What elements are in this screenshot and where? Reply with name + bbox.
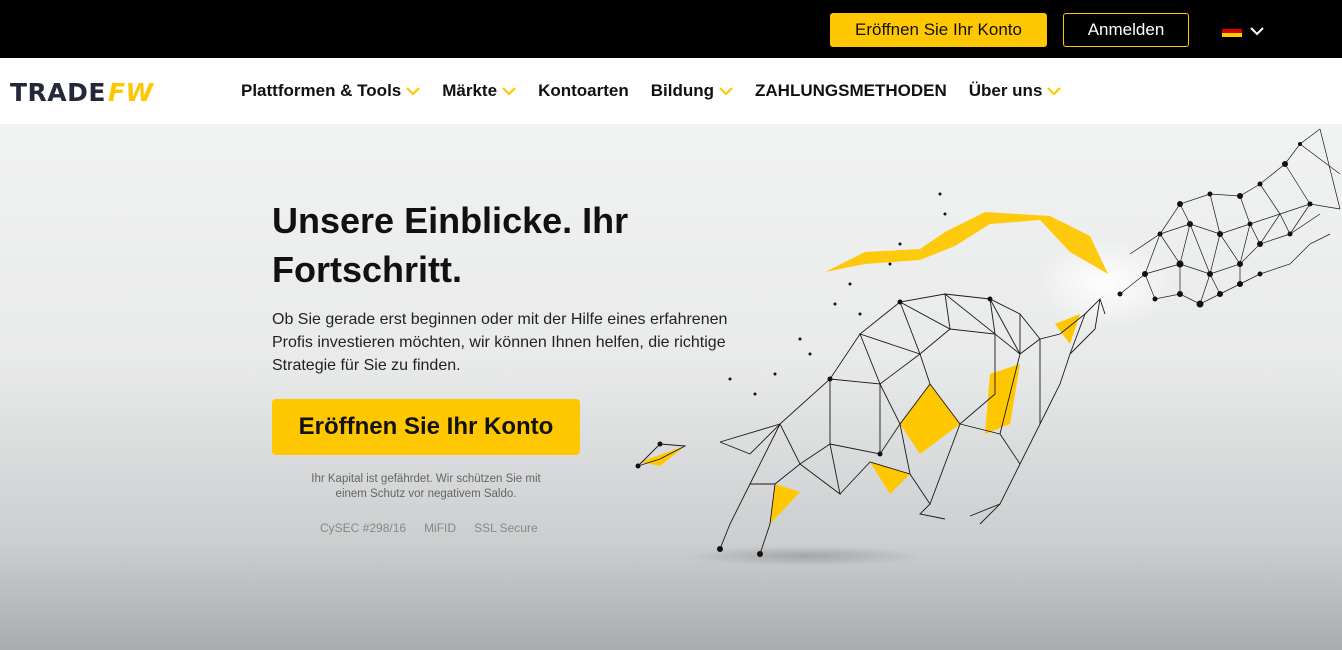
- chevron-down-icon: [1250, 26, 1264, 35]
- hero-open-account-button[interactable]: Eröffnen Sie Ihr Konto: [272, 399, 580, 455]
- nav-item-label: Plattformen & Tools: [241, 81, 402, 100]
- tradefw-logo[interactable]: TRADE FW: [10, 77, 154, 107]
- nav-item-label: Märkte: [442, 81, 498, 100]
- badge-ssl: SSL Secure: [474, 521, 538, 535]
- chevron-down-icon: [502, 86, 516, 96]
- chevron-down-icon: [1047, 86, 1062, 96]
- bull-illustration: [635, 128, 1341, 566]
- nav-item-maerkte[interactable]: Märkte: [442, 81, 516, 101]
- top-bar: Eröffnen Sie Ihr Konto Anmelden: [0, 0, 1342, 58]
- logo-text-fw: FW: [107, 77, 154, 107]
- germany-flag-icon: [1222, 24, 1242, 38]
- nav-item-label: Bildung: [650, 81, 714, 100]
- main-navbar: TRADE FW Plattformen & Tools Märkte Konto…: [0, 58, 1342, 124]
- nav-item-label: Über uns: [968, 81, 1043, 100]
- nav-item-bildung[interactable]: Bildung: [651, 81, 733, 101]
- logo-text-trade: TRADE: [10, 77, 106, 107]
- chevron-down-icon: [406, 86, 421, 96]
- trust-badges: CySEC #298/16 MiFID SSL Secure: [320, 521, 538, 535]
- chevron-down-icon: [719, 86, 733, 96]
- login-button[interactable]: Anmelden: [1063, 13, 1189, 47]
- nav-item-zahlungsmethoden[interactable]: ZAHLUNGSMETHODEN: [755, 81, 947, 101]
- nav-item-label: Kontoarten: [538, 81, 629, 100]
- nav-item-kontoarten[interactable]: Kontoarten: [538, 81, 629, 101]
- hero-section: Unsere Einblicke. Ihr Fortschritt. Ob Si…: [0, 124, 1342, 650]
- nav-item-ueber-uns[interactable]: Über uns: [969, 81, 1062, 101]
- nav-item-label: ZAHLUNGSMETHODEN: [755, 81, 947, 100]
- badge-mifid: MiFID: [424, 521, 457, 535]
- primary-nav: Plattformen & Tools Märkte Kontoarten Bi…: [241, 78, 1083, 104]
- nav-item-plattformen[interactable]: Plattformen & Tools: [241, 81, 421, 101]
- badge-cysec: CySEC #298/16: [320, 521, 407, 535]
- risk-warning: Ihr Kapital ist gefährdet. Wir schützen …: [311, 473, 541, 500]
- language-selector[interactable]: [1222, 22, 1270, 40]
- open-account-button[interactable]: Eröffnen Sie Ihr Konto: [830, 13, 1047, 47]
